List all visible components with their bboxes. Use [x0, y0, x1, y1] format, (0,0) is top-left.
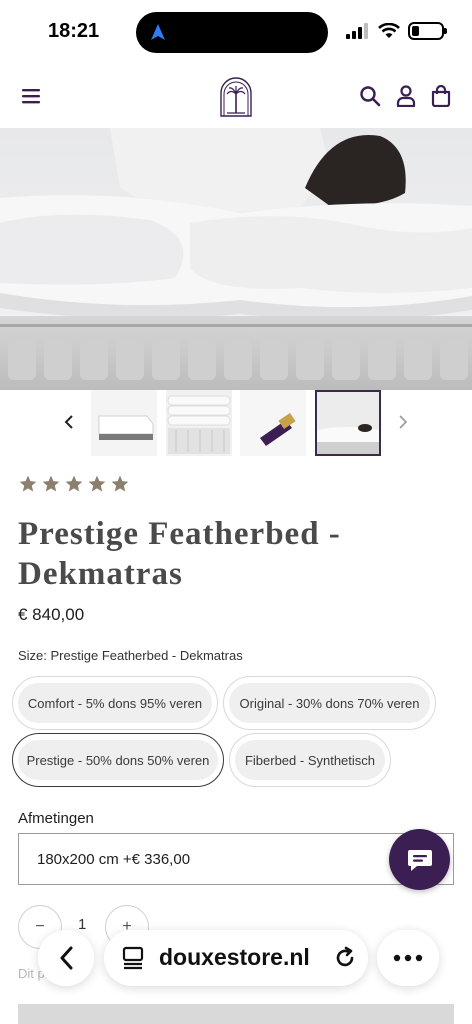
chat-button[interactable]	[389, 829, 450, 890]
account-button[interactable]	[392, 82, 420, 110]
browser-back-button[interactable]	[38, 930, 94, 986]
mattress-thumbnail	[91, 390, 157, 456]
thumbnail-4-active[interactable]	[315, 390, 381, 456]
status-time: 18:21	[48, 20, 100, 42]
thumbnail-next-button[interactable]	[391, 410, 415, 434]
status-bar: 18:21	[0, 0, 472, 64]
star-icon	[42, 475, 60, 492]
quantity-value[interactable]: 1	[78, 916, 86, 933]
browser-more-button[interactable]	[377, 930, 439, 986]
star-icon	[111, 475, 129, 492]
variant-original[interactable]: Original - 30% dons 70% veren	[223, 676, 436, 730]
variant-label: Original - 30% dons 70% veren	[229, 683, 430, 723]
brand-logo[interactable]	[219, 76, 253, 118]
location-arrow-icon	[151, 24, 165, 40]
signal-icon	[346, 23, 368, 39]
variant-label: Comfort - 5% dons 95% veren	[18, 683, 212, 723]
star-icon	[65, 475, 83, 492]
menu-button[interactable]	[17, 82, 45, 110]
browser-domain: douxestore.nl	[159, 944, 310, 970]
dimensions-label: Afmetingen	[18, 810, 94, 827]
chevron-left-icon	[64, 415, 73, 429]
chat-bubble-icon	[407, 849, 432, 871]
menu-icon	[22, 89, 40, 104]
product-title: Prestige Featherbed - Dekmatras	[18, 516, 341, 592]
add-to-cart-button[interactable]	[18, 1004, 454, 1024]
dynamic-island	[136, 12, 328, 53]
variant-fiberbed[interactable]: Fiberbed - Synthetisch	[229, 733, 391, 787]
dimensions-value: 180x200 cm +€ 336,00	[37, 850, 191, 868]
browser-address-bar[interactable]: douxestore.nl	[104, 930, 368, 986]
stacked-toppers-thumbnail	[166, 390, 232, 456]
thumbnail-prev-button[interactable]	[57, 410, 81, 434]
label-thumbnail	[240, 390, 306, 456]
search-icon	[360, 86, 381, 107]
battery-icon	[408, 22, 447, 40]
thumbnail-3[interactable]	[240, 390, 306, 456]
account-icon	[396, 85, 416, 107]
star-icon	[88, 475, 106, 492]
variant-prestige-selected[interactable]: Prestige - 50% dons 50% veren	[12, 733, 224, 787]
bag-icon	[431, 85, 451, 107]
person-in-bed-thumbnail	[317, 392, 379, 454]
reload-icon[interactable]	[333, 946, 357, 970]
minus-icon: −	[35, 918, 45, 935]
cart-button[interactable]	[427, 82, 455, 110]
tabs-icon	[122, 946, 144, 970]
product-price: € 840,00	[18, 605, 85, 624]
product-main-image[interactable]	[0, 128, 472, 390]
variant-label: Fiberbed - Synthetisch	[235, 740, 385, 780]
rating-stars[interactable]	[18, 474, 130, 494]
thumbnail-1[interactable]	[91, 390, 157, 456]
variant-label: Prestige - 50% dons 50% veren	[18, 740, 218, 780]
status-indicators	[346, 22, 447, 40]
chevron-left-icon	[60, 946, 73, 970]
variant-comfort[interactable]: Comfort - 5% dons 95% veren	[12, 676, 218, 730]
thumbnail-carousel	[0, 390, 472, 458]
star-icon	[19, 475, 37, 492]
more-dots-icon	[393, 954, 423, 962]
thumbnail-2[interactable]	[166, 390, 232, 456]
wifi-icon	[378, 23, 400, 38]
chevron-right-icon	[399, 415, 408, 429]
size-label: Size: Prestige Featherbed - Dekmatras	[18, 648, 243, 663]
featherbed-photo	[0, 128, 472, 390]
search-button[interactable]	[356, 82, 384, 110]
